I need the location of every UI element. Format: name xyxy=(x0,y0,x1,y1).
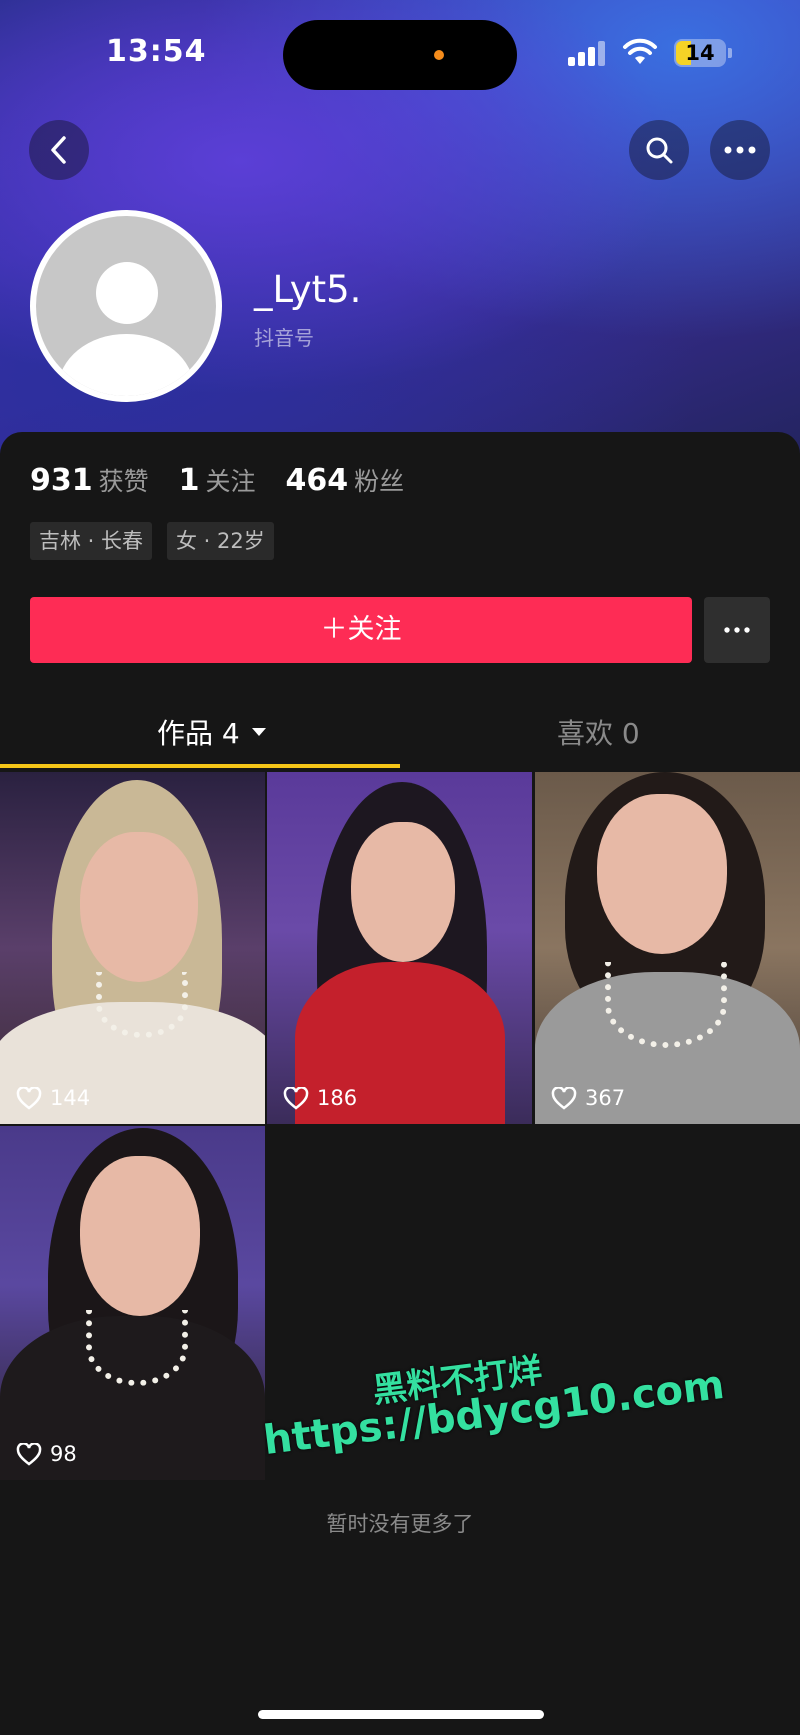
cellular-signal-icon xyxy=(568,40,606,66)
video-likes-2: 186 xyxy=(283,1086,357,1110)
privacy-indicator-dot xyxy=(434,50,444,60)
more-icon xyxy=(724,627,750,633)
tab-works[interactable]: 作品 4 xyxy=(157,712,268,752)
video-likes-count: 186 xyxy=(317,1086,358,1110)
battery-icon: 14 xyxy=(674,39,726,67)
active-tab-indicator xyxy=(0,764,400,768)
heart-icon xyxy=(551,1086,577,1110)
more-actions-button[interactable] xyxy=(704,597,770,663)
video-likes-count: 98 xyxy=(50,1442,77,1466)
no-more-content-text: 暂时没有更多了 xyxy=(326,1512,474,1536)
heart-icon xyxy=(16,1086,42,1110)
battery-cap xyxy=(728,48,732,58)
back-icon xyxy=(51,136,66,164)
back-button[interactable] xyxy=(29,120,89,180)
following-count[interactable]: 1 xyxy=(179,463,200,498)
profile-stats: 931 获赞 1 关注 464 粉丝 xyxy=(30,462,434,498)
video-thumbnail-3[interactable]: 367 xyxy=(535,772,800,1124)
home-indicator[interactable] xyxy=(258,1710,544,1719)
followers-label: 粉丝 xyxy=(354,467,405,496)
heart-icon xyxy=(16,1442,42,1466)
tab-likes[interactable]: 喜欢 0 xyxy=(557,712,640,752)
video-thumbnail-1[interactable]: 144 xyxy=(0,772,265,1124)
avatar[interactable] xyxy=(30,210,222,402)
video-likes-3: 367 xyxy=(551,1086,625,1110)
caret-down-icon xyxy=(251,728,266,736)
tab-works-label: 作品 4 xyxy=(157,717,240,750)
more-icon xyxy=(724,146,756,154)
followers-count[interactable]: 464 xyxy=(286,463,349,498)
likes-label: 获赞 xyxy=(98,467,149,496)
search-button[interactable] xyxy=(629,120,689,180)
likes-count[interactable]: 931 xyxy=(30,463,93,498)
video-likes-count: 367 xyxy=(585,1086,626,1110)
gender-age-tag: 女 · 22岁 xyxy=(167,522,274,560)
dynamic-island xyxy=(283,20,517,90)
video-likes-4: 98 xyxy=(16,1442,77,1466)
following-label: 关注 xyxy=(205,467,256,496)
video-likes-1: 144 xyxy=(16,1086,90,1110)
search-icon xyxy=(646,137,673,164)
status-time: 13:54 xyxy=(106,34,207,69)
video-likes-count: 144 xyxy=(50,1086,91,1110)
douyin-id[interactable]: 抖音号 xyxy=(254,322,314,351)
location-tag: 吉林 · 长春 xyxy=(30,522,153,560)
username: _Lyt5. xyxy=(254,268,362,311)
video-thumbnail-2[interactable]: 186 xyxy=(267,772,532,1124)
follow-button[interactable]: ＋关注 xyxy=(30,597,692,663)
battery-level: 14 xyxy=(685,41,715,65)
wifi-icon xyxy=(623,38,657,64)
heart-icon xyxy=(283,1086,309,1110)
video-thumbnail-4[interactable]: 98 xyxy=(0,1126,265,1480)
more-options-button[interactable] xyxy=(710,120,770,180)
